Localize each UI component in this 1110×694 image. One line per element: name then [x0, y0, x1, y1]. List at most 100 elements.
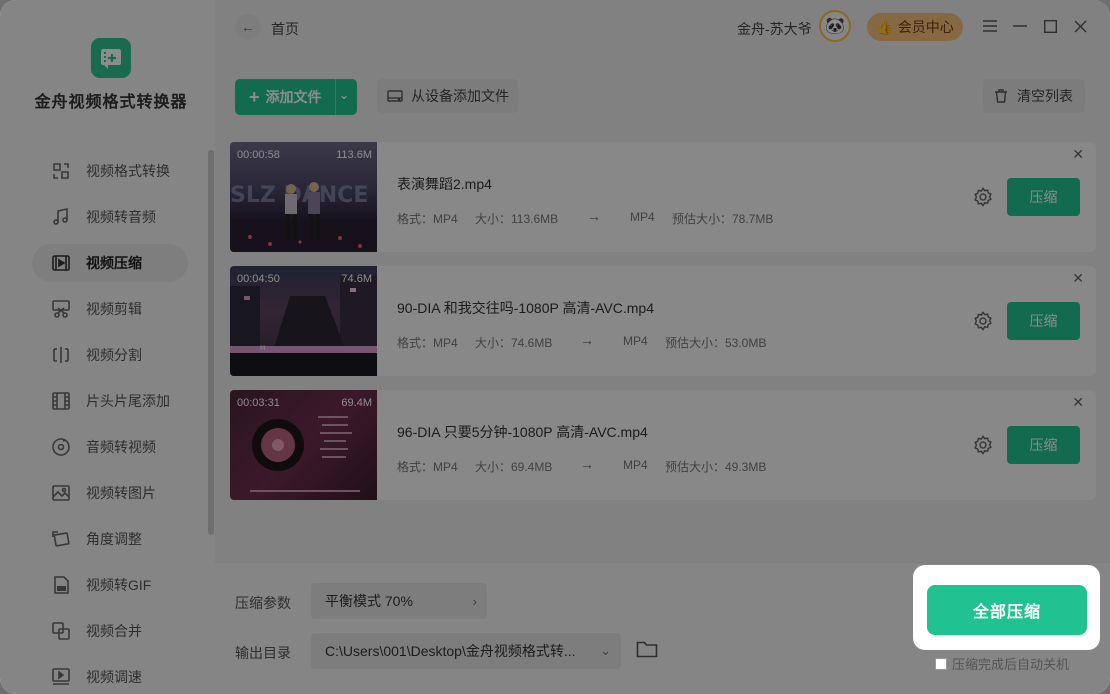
merge-icon — [50, 620, 72, 642]
estimated-size: 预估大小：49.3MB — [665, 460, 767, 474]
plus-icon: + — [249, 86, 260, 107]
compress-button[interactable]: 压缩 — [1007, 178, 1080, 216]
trash-icon — [993, 88, 1009, 104]
music-note-icon — [50, 206, 72, 228]
close-window-button[interactable] — [1070, 16, 1090, 36]
target-format: MP4 — [623, 334, 648, 348]
breadcrumb: 首页 — [271, 21, 299, 37]
sidebar-item-video-split[interactable]: 视频分割 — [32, 336, 188, 374]
vip-label: 会员中心 — [897, 19, 954, 35]
chevron-down-icon: ⌄ — [600, 643, 611, 658]
sidebar-item-label: 视频剪辑 — [86, 301, 142, 317]
avatar[interactable]: 🐼 — [819, 10, 851, 42]
user-name[interactable]: 金舟-苏大爷 — [737, 19, 812, 39]
gif-icon — [50, 574, 72, 596]
open-folder-button[interactable] — [636, 639, 658, 659]
sidebar-item-video-edit[interactable]: 视频剪辑 — [32, 290, 188, 328]
sidebar-item-label: 片头片尾添加 — [86, 393, 170, 409]
file-card: M 00:04:50 74.6M 90-DIA 和我交往吗-1080P 高清-A… — [230, 266, 1096, 376]
app-name: 金舟视频格式转换器 — [34, 94, 188, 111]
remove-file-button[interactable]: ✕ — [1072, 146, 1084, 163]
top-bar: ← 首页 金舟-苏大爷 🐼 👍 会员中心 — [215, 0, 1110, 56]
chevron-right-icon: › — [472, 593, 477, 609]
output-dir-label: 输出目录 — [235, 645, 291, 661]
sidebar-item-label: 视频转音频 — [86, 209, 156, 225]
sidebar-item-label: 角度调整 — [86, 531, 142, 547]
menu-button[interactable] — [980, 16, 1000, 36]
sidebar-item-label: 视频转图片 — [86, 485, 156, 501]
split-icon — [50, 344, 72, 366]
sidebar-item-label: 视频转GIF — [86, 577, 152, 593]
remove-file-button[interactable]: ✕ — [1072, 394, 1084, 411]
film-strip-icon — [50, 390, 72, 412]
sidebar-item-video-speed[interactable]: 视频调速 — [32, 658, 188, 694]
video-thumbnail[interactable]: SLZ DANCE 00:00:58 113.6M — [230, 142, 377, 252]
device-icon — [387, 88, 403, 104]
settings-button[interactable] — [973, 187, 993, 207]
video-duration: 00:03:31 — [237, 397, 280, 409]
maximize-button[interactable] — [1040, 16, 1060, 36]
sidebar-item-video-merge[interactable]: 视频合并 — [32, 612, 188, 650]
minimize-icon — [1013, 25, 1027, 27]
add-from-device-button[interactable]: 从设备添加文件 — [377, 79, 518, 113]
file-name: 表演舞蹈2.mp4 — [397, 176, 492, 192]
spotlight-highlight: 全部压缩 — [913, 565, 1100, 650]
scissors-icon — [50, 298, 72, 320]
video-size: 74.6M — [341, 273, 372, 285]
compress-param-label: 压缩参数 — [235, 595, 291, 611]
output-dir-select[interactable]: C:\Users\001\Desktop\金舟视频格式转... ⌄ — [311, 633, 621, 669]
audio-disc-icon — [50, 436, 72, 458]
svg-text:M: M — [260, 345, 265, 352]
sidebar-item-label: 视频合并 — [86, 623, 142, 639]
file-name: 96-DIA 只要5分钟-1080P 高清-AVC.mp4 — [397, 424, 648, 440]
arrow-left-icon: ← — [241, 19, 255, 35]
clear-list-button[interactable]: 清空列表 — [983, 79, 1085, 113]
auto-shutdown-label: 压缩完成后自动关机 — [952, 657, 1070, 672]
estimated-size: 预估大小：53.0MB — [665, 336, 767, 350]
add-file-button[interactable]: + 添加文件 ⌄ — [235, 79, 357, 115]
chevron-down-icon[interactable]: ⌄ — [339, 88, 349, 102]
vip-center-button[interactable]: 👍 会员中心 — [867, 13, 963, 41]
sidebar-scrollbar[interactable] — [208, 150, 214, 535]
settings-button[interactable] — [973, 311, 993, 331]
compress-param-select[interactable]: 平衡模式 70% › — [311, 583, 487, 619]
video-compress-icon — [50, 252, 72, 274]
sidebar-item-intro-outro[interactable]: 片头片尾添加 — [32, 382, 188, 420]
sidebar-item-video-to-audio[interactable]: 视频转音频 — [32, 198, 188, 236]
sidebar-item-rotate[interactable]: 角度调整 — [32, 520, 188, 558]
app-logo-icon — [91, 38, 131, 78]
auto-shutdown-checkbox[interactable] — [935, 657, 947, 670]
target-format: MP4 — [623, 458, 648, 472]
folder-icon — [636, 641, 658, 658]
source-format: 格式：MP4 — [397, 336, 458, 350]
file-card: SLZ DANCE 00:00:58 113.6M 表演舞蹈2.mp4 格式：M… — [230, 142, 1096, 252]
sidebar-item-video-to-gif[interactable]: 视频转GIF — [32, 566, 188, 604]
minimize-button[interactable] — [1010, 16, 1030, 36]
sidebar-nav: 视频格式转换 视频转音频 视频压缩 视频剪辑 视频分割 片头片尾添加 音频转视频… — [32, 152, 188, 694]
app-window: 金舟视频格式转换器 视频格式转换 视频转音频 视频压缩 视频剪辑 视频分割 片头… — [0, 0, 1110, 694]
sidebar-item-format-convert[interactable]: 视频格式转换 — [32, 152, 188, 190]
file-name: 90-DIA 和我交往吗-1080P 高清-AVC.mp4 — [397, 300, 655, 316]
back-button[interactable]: ← — [235, 14, 261, 40]
divider — [335, 79, 336, 115]
sidebar-item-audio-to-video[interactable]: 音频转视频 — [32, 428, 188, 466]
compress-button[interactable]: 压缩 — [1007, 302, 1080, 340]
video-thumbnail[interactable]: M 00:04:50 74.6M — [230, 266, 377, 376]
sidebar-item-video-to-image[interactable]: 视频转图片 — [32, 474, 188, 512]
sidebar-item-video-compress[interactable]: 视频压缩 — [32, 244, 188, 282]
add-file-label: 添加文件 — [265, 89, 322, 105]
compress-button[interactable]: 压缩 — [1007, 426, 1080, 464]
settings-button[interactable] — [973, 435, 993, 455]
sidebar-item-label: 视频格式转换 — [86, 163, 170, 179]
source-format: 格式：MP4 — [397, 212, 458, 226]
source-size: 大小：113.6MB — [475, 212, 559, 226]
compress-all-button[interactable]: 全部压缩 — [927, 585, 1087, 635]
menu-icon — [983, 20, 997, 32]
source-format: 格式：MP4 — [397, 460, 458, 474]
thumbs-up-icon: 👍 — [876, 18, 894, 35]
close-icon — [1074, 20, 1086, 32]
remove-file-button[interactable]: ✕ — [1072, 270, 1084, 287]
maximize-icon — [1043, 19, 1057, 33]
video-thumbnail[interactable]: 00:03:31 69.4M — [230, 390, 377, 500]
auto-shutdown-option[interactable]: 压缩完成后自动关机 — [935, 654, 1069, 673]
